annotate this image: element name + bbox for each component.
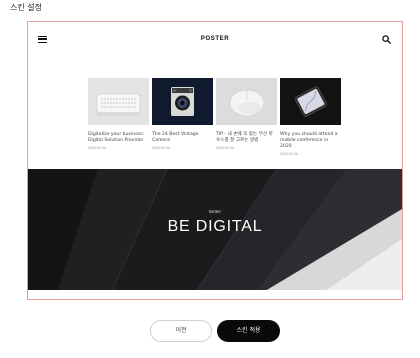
post-thumbnail-camera[interactable] [152,78,213,125]
post-date: 2020.02.06 [216,146,234,150]
post-thumbnail-phone[interactable] [280,78,341,125]
preview-bottom-strip [28,290,402,299]
preview-header: POSTER [28,22,402,58]
post-date: 2020.02.06 [280,152,298,156]
post-title[interactable]: Digitalize your business: Digital Soluti… [88,132,149,144]
post-date: 2020.02.06 [152,146,170,150]
post-thumbnail-mouse[interactable] [216,78,277,125]
skin-preview-frame: POSTER Digitalize your business: Digital… [27,21,403,300]
hero-kicker: Better [208,209,221,214]
search-icon[interactable] [382,35,391,44]
site-logo[interactable]: POSTER [28,36,402,42]
post-title[interactable]: Why you should attend a mobile conferenc… [280,132,341,150]
post-title[interactable]: TIP - 내 손에 꼭 맞는 무선 마우스를 잘 고르는 방법 [216,132,277,144]
post-thumbnail-speaker[interactable] [88,78,149,125]
post-date: 2020.02.06 [88,146,106,150]
hero-title: BE DIGITAL [167,218,263,235]
dialog-title: 스킨 설정 [10,3,42,12]
apply-skin-button[interactable]: 스킨 적용 [217,320,280,342]
post-card[interactable]: Digitalize your business: Digital Soluti… [88,78,149,150]
hero-banner[interactable]: Better BE DIGITAL [28,169,402,290]
post-card[interactable]: Why you should attend a mobile conferenc… [280,78,341,156]
post-card[interactable]: TIP - 내 손에 꼭 맞는 무선 마우스를 잘 고르는 방법 2020.02… [216,78,277,150]
post-title[interactable]: The 24 Best Vintage Camera [152,132,213,144]
back-button[interactable]: 이전 [150,320,212,342]
post-card[interactable]: The 24 Best Vintage Camera 2020.02.06 [152,78,213,150]
post-cards-row: Digitalize your business: Digital Soluti… [88,78,344,178]
